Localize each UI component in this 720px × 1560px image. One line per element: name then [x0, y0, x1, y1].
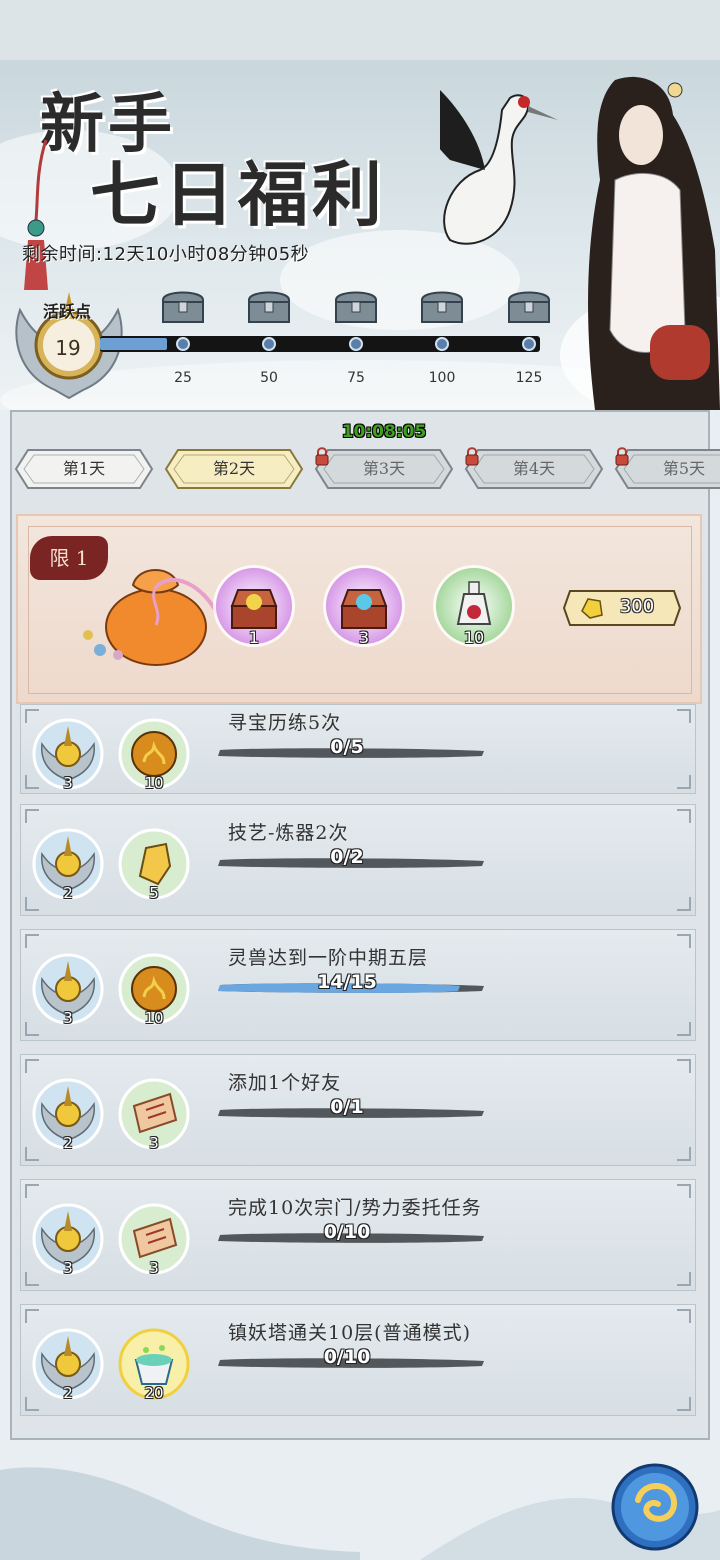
tab-day-label: 第2天 — [212, 459, 256, 478]
return-swirl-button[interactable] — [608, 1460, 702, 1554]
card-corner — [677, 709, 691, 723]
card-corner — [677, 1147, 691, 1161]
active-points-value: 19 — [55, 336, 81, 360]
task-progress-text: 0/2 — [330, 846, 364, 868]
heroine-illustration-icon — [588, 76, 720, 410]
tab-day-4[interactable]: 第4天 — [464, 446, 604, 492]
crane-illustration-icon — [440, 90, 558, 245]
milestone-node — [435, 337, 449, 351]
gift-reward-count: 3 — [358, 628, 370, 647]
lock-icon — [465, 447, 479, 466]
milestone-chest-icon[interactable] — [245, 286, 293, 326]
lock-icon — [315, 447, 329, 466]
tab-day-label: 第4天 — [512, 459, 556, 478]
task-title: 完成10次宗门/势力委托任务 — [228, 1197, 482, 1219]
task-title: 灵兽达到一阶中期五层 — [228, 947, 429, 969]
milestone-value: 100 — [428, 370, 456, 386]
active-point-reward-count: 2 — [63, 1134, 73, 1152]
card-corner — [25, 934, 39, 948]
milestone-chest-icon[interactable] — [159, 286, 207, 326]
card-corner — [25, 1184, 39, 1198]
card-corner — [677, 1397, 691, 1411]
milestone-node — [522, 337, 536, 351]
tab-day-5[interactable]: 第5天 — [614, 446, 720, 492]
tab-day-2[interactable]: 第2天 — [164, 446, 304, 492]
event-title-line1: 新手 — [40, 87, 176, 162]
milestone-value: 125 — [515, 370, 543, 386]
milestone-node — [349, 337, 363, 351]
card-corner — [677, 934, 691, 948]
item-reward-count: 3 — [149, 1134, 159, 1152]
active-point-reward-count: 2 — [63, 1384, 73, 1402]
active-point-reward-count: 3 — [63, 1009, 73, 1027]
task-progress-text: 0/10 — [323, 1221, 371, 1243]
tab-day-3[interactable]: 第3天 — [314, 446, 454, 492]
active-point-reward-count: 3 — [63, 1259, 73, 1277]
jade-tassel-icon — [24, 140, 48, 290]
active-point-reward-count: 3 — [63, 774, 73, 792]
task-title: 添加1个好友 — [228, 1072, 342, 1094]
gift-bag-icon — [83, 569, 220, 666]
buy-price-label: 300 — [619, 596, 655, 617]
active-points-label: 活跃点 — [42, 302, 91, 321]
task-progress-text: 0/10 — [323, 1346, 371, 1368]
tab-day-label: 第3天 — [362, 459, 406, 478]
task-progress-text: 0/1 — [330, 1096, 364, 1118]
card-corner — [677, 775, 691, 789]
milestone-value: 25 — [174, 370, 192, 386]
remaining-time: 剩余时间:12天10小时08分钟05秒 — [22, 244, 310, 265]
task-progress-text: 0/5 — [330, 736, 364, 758]
card-corner — [25, 1309, 39, 1323]
card-corner — [677, 1184, 691, 1198]
task-title: 寻宝历练5次 — [228, 712, 342, 734]
milestone-chest-icon[interactable] — [505, 286, 553, 326]
item-reward-count: 5 — [149, 884, 159, 902]
milestone-value: 75 — [347, 370, 365, 386]
card-corner — [677, 809, 691, 823]
card-corner — [677, 1272, 691, 1286]
event-title-line2: 七日福利 — [90, 153, 386, 236]
card-corner — [677, 1022, 691, 1036]
item-reward-count: 3 — [149, 1259, 159, 1277]
item-reward-count: 10 — [144, 1009, 164, 1027]
task-progress-text: 14/15 — [317, 971, 377, 993]
tab-day-1[interactable]: 第1天 — [14, 446, 154, 492]
active-progress-track — [100, 336, 540, 352]
milestone-chest-icon[interactable] — [418, 286, 466, 326]
task-title: 技艺-炼器2次 — [228, 822, 349, 844]
milestone-chest-icon[interactable] — [332, 286, 380, 326]
card-corner — [677, 897, 691, 911]
gift-reward-count: 1 — [248, 628, 260, 647]
card-corner — [25, 809, 39, 823]
milestone-value: 50 — [260, 370, 278, 386]
gift-reward-count: 10 — [463, 628, 485, 647]
day-countdown: 10:08:05 — [341, 422, 427, 442]
item-reward-count: 10 — [144, 774, 164, 792]
active-progress-fill — [100, 338, 167, 350]
event-title: 新手 七日福利 — [40, 90, 386, 230]
milestone-node — [176, 337, 190, 351]
item-reward-count: 20 — [144, 1384, 164, 1402]
active-point-reward-count: 2 — [63, 884, 73, 902]
milestone-node — [262, 337, 276, 351]
card-corner — [677, 1059, 691, 1073]
card-corner — [677, 1309, 691, 1323]
task-title: 镇妖塔通关10层(普通模式) — [228, 1322, 472, 1344]
status-bar-area — [0, 0, 720, 60]
tab-day-label: 第1天 — [62, 459, 106, 478]
lock-icon — [615, 447, 629, 466]
card-corner — [25, 1059, 39, 1073]
